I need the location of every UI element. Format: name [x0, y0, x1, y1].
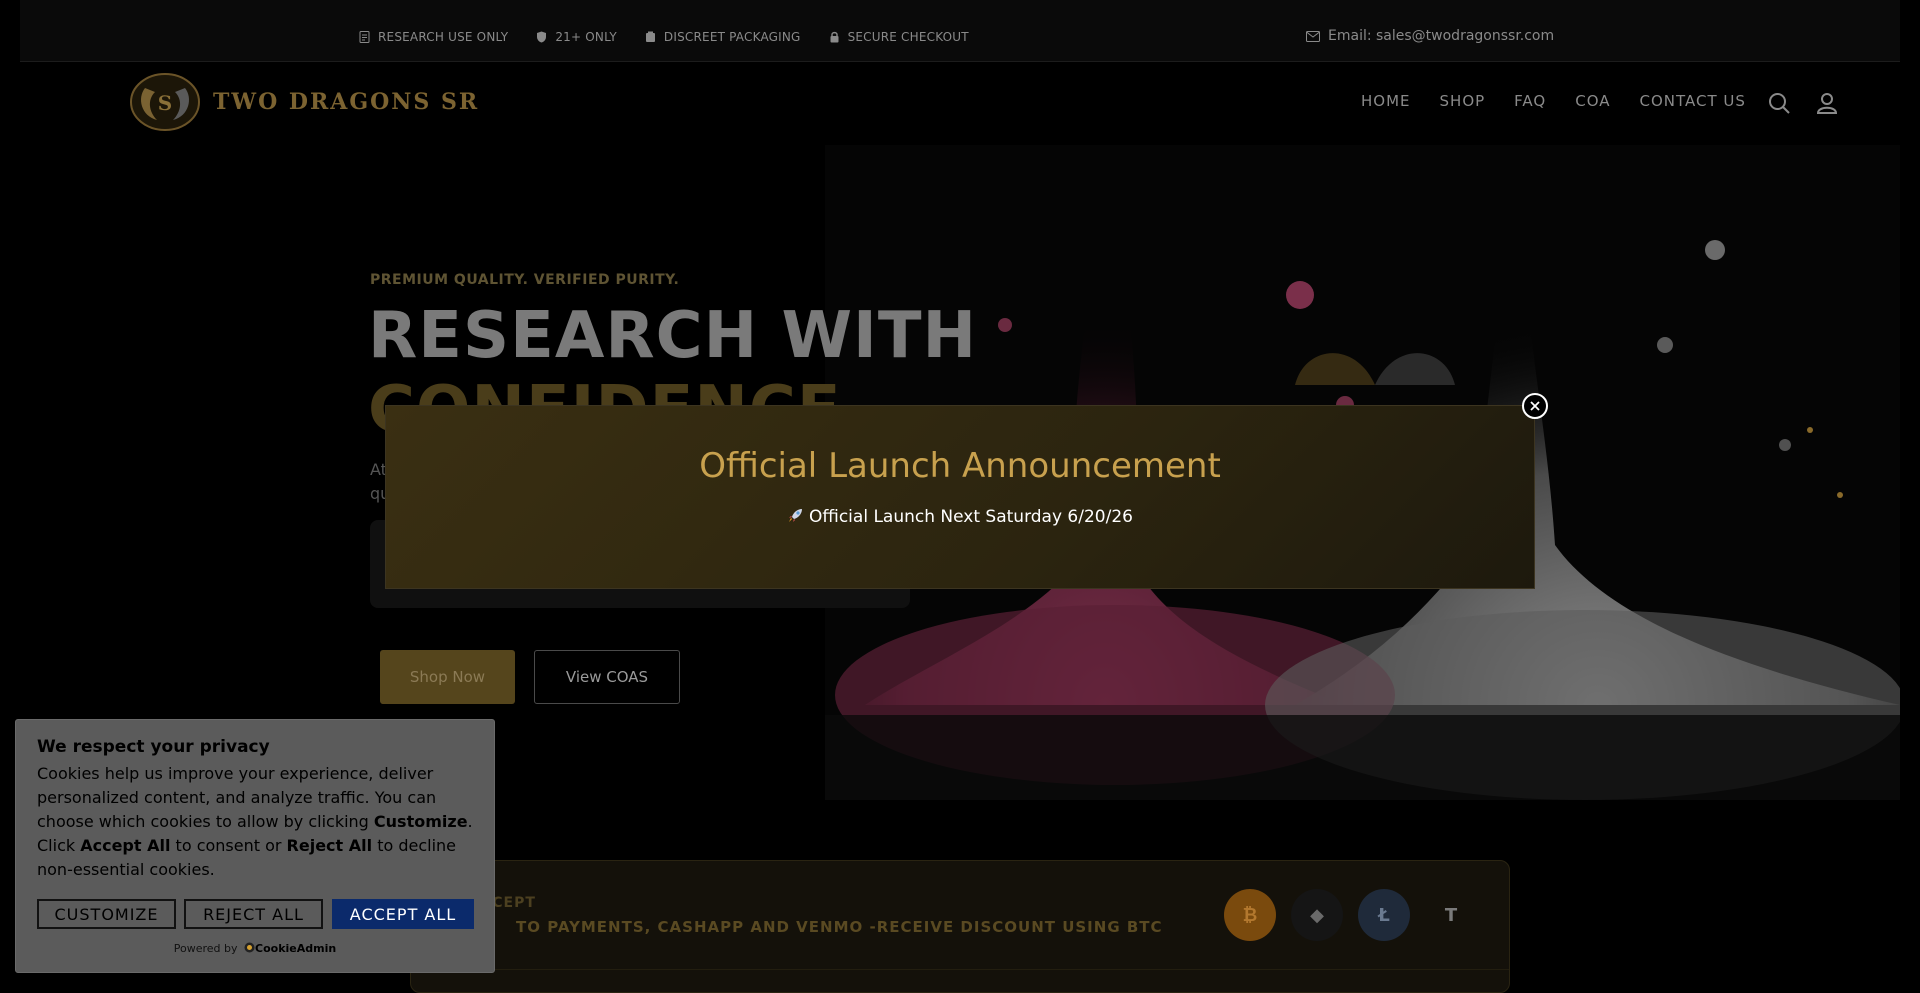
mail-icon	[1306, 30, 1320, 42]
hero-headline-line1: RESEARCH WITH	[368, 299, 978, 373]
hero-eyebrow: PREMIUM QUALITY. VERIFIED PURITY.	[370, 272, 680, 288]
email-text: Email: sales@twodragonssr.com	[1328, 28, 1555, 44]
cookie-body-customize: Customize	[373, 812, 468, 831]
badge-packaging: DISCREET PACKAGING	[645, 30, 801, 44]
bitcoin-icon: ₿	[1224, 889, 1276, 941]
cookie-title: We respect your privacy	[37, 737, 270, 757]
main-nav: HOME SHOP FAQ COA CONTACT US	[1361, 92, 1746, 110]
cookieadmin-logo-icon	[244, 942, 255, 953]
badge-research-use: RESEARCH USE ONLY	[359, 30, 508, 44]
powered-by-label: Powered by	[173, 942, 238, 955]
badge-label: SECURE CHECKOUT	[847, 30, 969, 44]
dragon-logo-icon: S	[130, 73, 200, 131]
badge-label: RESEARCH USE ONLY	[378, 30, 509, 44]
nav-faq[interactable]: FAQ	[1514, 92, 1546, 110]
rocket-icon	[789, 509, 803, 522]
view-coas-button[interactable]: View COAS	[534, 650, 680, 704]
badge-age: 21+ ONLY	[536, 30, 617, 44]
cookie-body-text: to consent or	[170, 836, 287, 855]
cookie-body-accept: Accept All	[80, 836, 171, 855]
close-icon	[1530, 401, 1540, 411]
modal-close-button[interactable]	[1522, 393, 1548, 419]
cookie-reject-button[interactable]: REJECT ALL	[184, 899, 323, 929]
payments-text: TO PAYMENTS, CASHAPP AND VENMO -RECEIVE …	[516, 918, 1163, 936]
site-logo[interactable]: S TWO DRAGONS SR	[123, 70, 479, 134]
account-icon[interactable]	[1815, 91, 1839, 115]
document-icon	[359, 31, 370, 43]
svg-text:S: S	[158, 91, 172, 115]
cookie-consent-banner: We respect your privacy Cookies help us …	[15, 719, 495, 973]
modal-message-text: Official Launch Next Saturday 6/20/26	[809, 507, 1133, 527]
nav-contact[interactable]: CONTACT US	[1640, 92, 1746, 110]
modal-message: Official Launch Next Saturday 6/20/26	[386, 506, 1534, 527]
announcement-modal: Official Launch Announcement Official La…	[385, 405, 1535, 589]
box-icon	[645, 31, 655, 42]
contact-email[interactable]: Email: sales@twodragonssr.com	[1306, 28, 1554, 44]
shop-now-button[interactable]: Shop Now	[380, 650, 515, 704]
badge-checkout: SECURE CHECKOUT	[829, 30, 969, 44]
tether-icon: T	[1444, 904, 1458, 926]
badge-label: DISCREET PACKAGING	[663, 30, 801, 44]
badge-label: 21+ ONLY	[555, 30, 617, 44]
top-info-bar: RESEARCH USE ONLY 21+ ONLY DISCREET PACK…	[20, 0, 1900, 62]
cookie-powered-by[interactable]: Powered by CookieAdmin	[16, 942, 494, 955]
shield-icon	[537, 31, 547, 43]
logo-wordmark: TWO DRAGONS SR	[213, 89, 480, 115]
payments-bar: CCEPT TO PAYMENTS, CASHAPP AND VENMO -RE…	[410, 860, 1510, 993]
search-icon[interactable]	[1767, 91, 1791, 115]
payments-divider	[411, 969, 1509, 970]
cookie-customize-button[interactable]: CUSTOMIZE	[37, 899, 176, 929]
litecoin-icon: Ł	[1358, 889, 1410, 941]
nav-home[interactable]: HOME	[1361, 92, 1411, 110]
powered-by-brand: CookieAdmin	[255, 942, 337, 955]
nav-shop[interactable]: SHOP	[1440, 92, 1486, 110]
cookie-body-reject: Reject All	[286, 836, 373, 855]
modal-title: Official Launch Announcement	[699, 446, 1221, 486]
cookie-body: Cookies help us improve your experience,…	[37, 762, 482, 882]
ethereum-icon: ◆	[1291, 889, 1343, 941]
cookie-accept-button[interactable]: ACCEPT ALL	[332, 899, 474, 929]
nav-coa[interactable]: COA	[1575, 92, 1610, 110]
trust-badges: RESEARCH USE ONLY 21+ ONLY DISCREET PACK…	[359, 30, 969, 44]
lock-icon	[830, 31, 839, 43]
